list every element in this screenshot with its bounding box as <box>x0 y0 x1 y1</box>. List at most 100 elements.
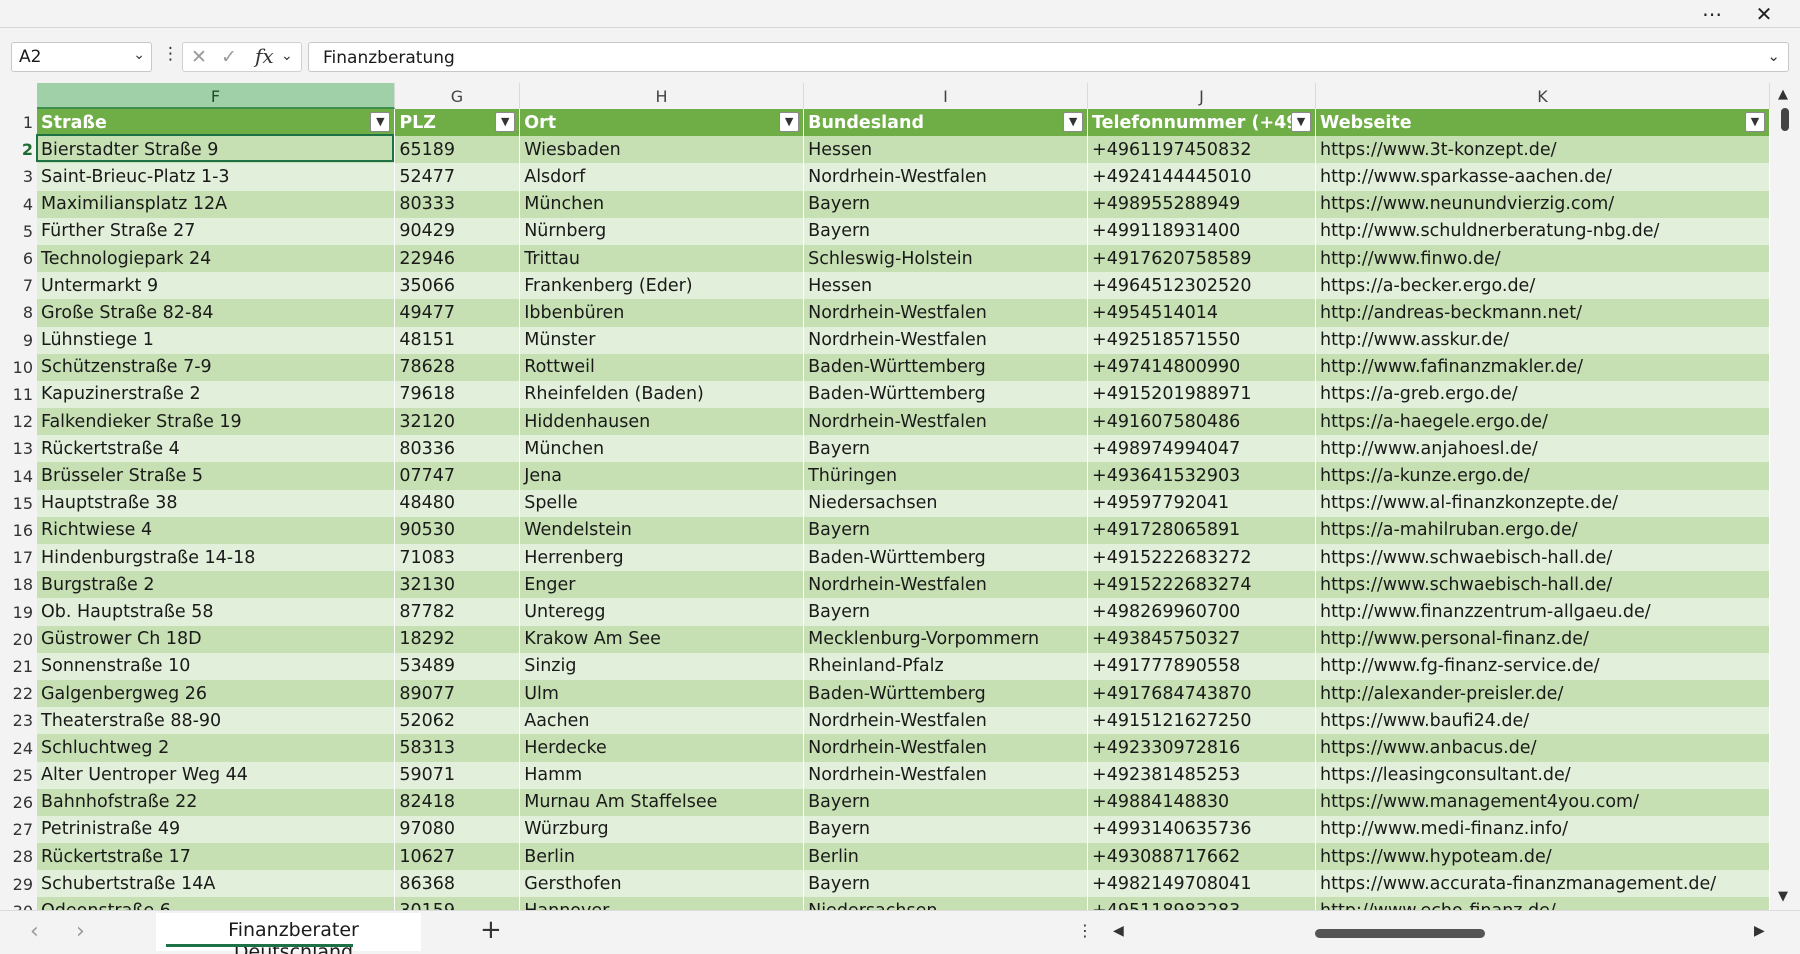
row-header[interactable]: 10 <box>0 353 37 381</box>
table-cell[interactable]: 65189 <box>394 136 521 164</box>
table-cell[interactable]: +495118983283 <box>1087 897 1317 910</box>
table-cell[interactable]: 22946 <box>394 244 521 273</box>
table-cell[interactable]: +492381485253 <box>1087 761 1317 789</box>
row-header[interactable]: 1 <box>0 109 37 136</box>
table-cell[interactable]: Brüsseler Straße 5 <box>37 462 396 490</box>
table-cell[interactable]: 90530 <box>394 516 521 544</box>
row-header[interactable]: 5 <box>0 217 37 245</box>
table-cell[interactable]: https://www.neunundvierzig.com/ <box>1315 190 1770 218</box>
table-cell[interactable]: Rückertstraße 4 <box>37 435 396 463</box>
table-cell[interactable]: Bayern <box>803 435 1089 463</box>
table-cell[interactable]: Ob. Hauptstraße 58 <box>37 598 396 626</box>
table-cell[interactable]: +4917684743870 <box>1087 679 1317 708</box>
table-cell[interactable]: 59071 <box>394 761 521 789</box>
table-cell[interactable]: Bayern <box>803 516 1089 544</box>
vertical-scroll-thumb[interactable] <box>1781 108 1789 131</box>
table-cell[interactable]: 30159 <box>394 897 521 910</box>
table-cell[interactable]: 10627 <box>394 843 521 871</box>
table-cell[interactable]: Rheinfelden (Baden) <box>519 380 805 409</box>
table-cell[interactable]: Berlin <box>519 843 805 871</box>
table-cell[interactable]: Burgstraße 2 <box>37 571 396 599</box>
table-cell[interactable]: 78628 <box>394 353 521 381</box>
table-cell[interactable]: Schützenstraße 7-9 <box>37 353 396 381</box>
table-cell[interactable]: https://www.management4you.com/ <box>1315 788 1770 816</box>
table-cell[interactable]: Hannover <box>519 897 805 910</box>
table-cell[interactable]: +4915222683274 <box>1087 571 1317 599</box>
insert-function-icon[interactable]: fx <box>255 44 274 68</box>
row-header[interactable]: 15 <box>0 489 37 517</box>
table-cell[interactable]: Nordrhein-Westfalen <box>803 761 1089 789</box>
table-cell[interactable]: Aachen <box>519 707 805 735</box>
row-header[interactable]: 27 <box>0 816 37 844</box>
scroll-left-icon[interactable]: ◀ <box>1113 923 1124 939</box>
more-horizontal-icon[interactable]: ⋯ <box>1690 0 1734 28</box>
column-header-f[interactable]: F <box>37 83 395 109</box>
table-cell[interactable]: +4982149708041 <box>1087 870 1317 898</box>
table-cell[interactable]: Trittau <box>519 244 805 273</box>
table-cell[interactable]: +499118931400 <box>1087 217 1317 245</box>
table-cell[interactable]: +493641532903 <box>1087 462 1317 490</box>
row-header[interactable]: 23 <box>0 707 37 735</box>
table-cell[interactable]: Alsdorf <box>519 163 805 191</box>
table-cell[interactable]: +4915222683272 <box>1087 544 1317 572</box>
table-cell[interactable]: Mecklenburg-Vorpommern <box>803 625 1089 653</box>
row-header[interactable]: 28 <box>0 843 37 871</box>
table-cell[interactable]: https://a-kunze.ergo.de/ <box>1315 462 1770 490</box>
filter-dropdown-icon[interactable]: ▼ <box>370 112 391 132</box>
filter-dropdown-icon[interactable]: ▼ <box>779 112 800 132</box>
table-cell[interactable]: http://www.anjahoesl.de/ <box>1315 435 1770 463</box>
table-cell[interactable]: Herrenberg <box>519 544 805 572</box>
table-cell[interactable]: Wiesbaden <box>519 136 805 164</box>
scroll-up-icon[interactable]: ▲ <box>1778 87 1788 102</box>
table-cell[interactable]: Spelle <box>519 489 805 517</box>
table-cell[interactable]: +49884148830 <box>1087 788 1317 816</box>
row-header[interactable]: 7 <box>0 272 37 300</box>
table-cell[interactable]: Baden-Württemberg <box>803 679 1089 708</box>
table-cell[interactable]: 32120 <box>394 408 521 436</box>
table-cell[interactable]: Hamm <box>519 761 805 789</box>
table-cell[interactable]: Fürther Straße 27 <box>37 217 396 245</box>
table-cell[interactable]: Schubertstraße 14A <box>37 870 396 898</box>
table-cell[interactable]: Murnau Am Staffelsee <box>519 788 805 816</box>
header-cell[interactable]: Bundesland ▼ <box>803 109 1089 137</box>
table-cell[interactable]: Nordrhein-Westfalen <box>803 299 1089 327</box>
table-cell[interactable]: Rheinland-Pfalz <box>803 652 1089 680</box>
row-header[interactable]: 20 <box>0 625 37 653</box>
column-header-j[interactable]: J <box>1088 83 1316 109</box>
table-cell[interactable]: https://www.3t-konzept.de/ <box>1315 136 1770 164</box>
expand-formula-icon[interactable]: ⌄ <box>1767 47 1780 65</box>
table-cell[interactable]: Petrinistraße 49 <box>37 815 396 844</box>
table-cell[interactable]: https://www.accurata-finanzmanagement.de… <box>1315 870 1770 898</box>
table-cell[interactable]: 87782 <box>394 598 521 626</box>
column-header-i[interactable]: I <box>804 83 1088 109</box>
table-cell[interactable]: http://www.echo-finanz.de/ <box>1315 897 1770 910</box>
table-cell[interactable]: Nordrhein-Westfalen <box>803 163 1089 191</box>
table-cell[interactable]: Ibbenbüren <box>519 299 805 327</box>
table-cell[interactable]: https://www.hypoteam.de/ <box>1315 843 1770 871</box>
table-cell[interactable]: Rottweil <box>519 353 805 381</box>
table-cell[interactable]: https://a-haegele.ergo.de/ <box>1315 408 1770 436</box>
table-cell[interactable]: Bayern <box>803 598 1089 626</box>
table-cell[interactable]: +491728065891 <box>1087 516 1317 544</box>
table-cell[interactable]: +493088717662 <box>1087 843 1317 871</box>
table-cell[interactable]: Niedersachsen <box>803 489 1089 517</box>
row-header[interactable]: 29 <box>0 870 37 898</box>
filter-dropdown-icon[interactable]: ▼ <box>495 112 516 132</box>
table-cell[interactable]: Hauptstraße 38 <box>37 489 396 517</box>
table-cell[interactable]: Gersthofen <box>519 870 805 898</box>
header-cell[interactable]: Ort ▼ <box>519 109 805 137</box>
name-box[interactable]: A2 ⌄ <box>11 42 152 72</box>
table-cell[interactable]: Hessen <box>803 272 1089 300</box>
table-cell[interactable]: Bayern <box>803 788 1089 816</box>
table-cell[interactable]: 49477 <box>394 299 521 327</box>
table-cell[interactable]: Baden-Württemberg <box>803 544 1089 572</box>
table-cell[interactable]: Thüringen <box>803 462 1089 490</box>
table-cell[interactable]: Nürnberg <box>519 217 805 245</box>
row-header[interactable]: 24 <box>0 734 37 762</box>
table-cell[interactable]: https://www.schwaebisch-hall.de/ <box>1315 544 1770 572</box>
table-cell[interactable]: +4917620758589 <box>1087 244 1317 273</box>
cancel-icon[interactable]: ✕ <box>191 46 207 68</box>
table-cell[interactable]: Nordrhein-Westfalen <box>803 408 1089 436</box>
filter-dropdown-icon[interactable]: ▼ <box>1291 112 1312 132</box>
table-cell[interactable]: 52477 <box>394 163 521 191</box>
